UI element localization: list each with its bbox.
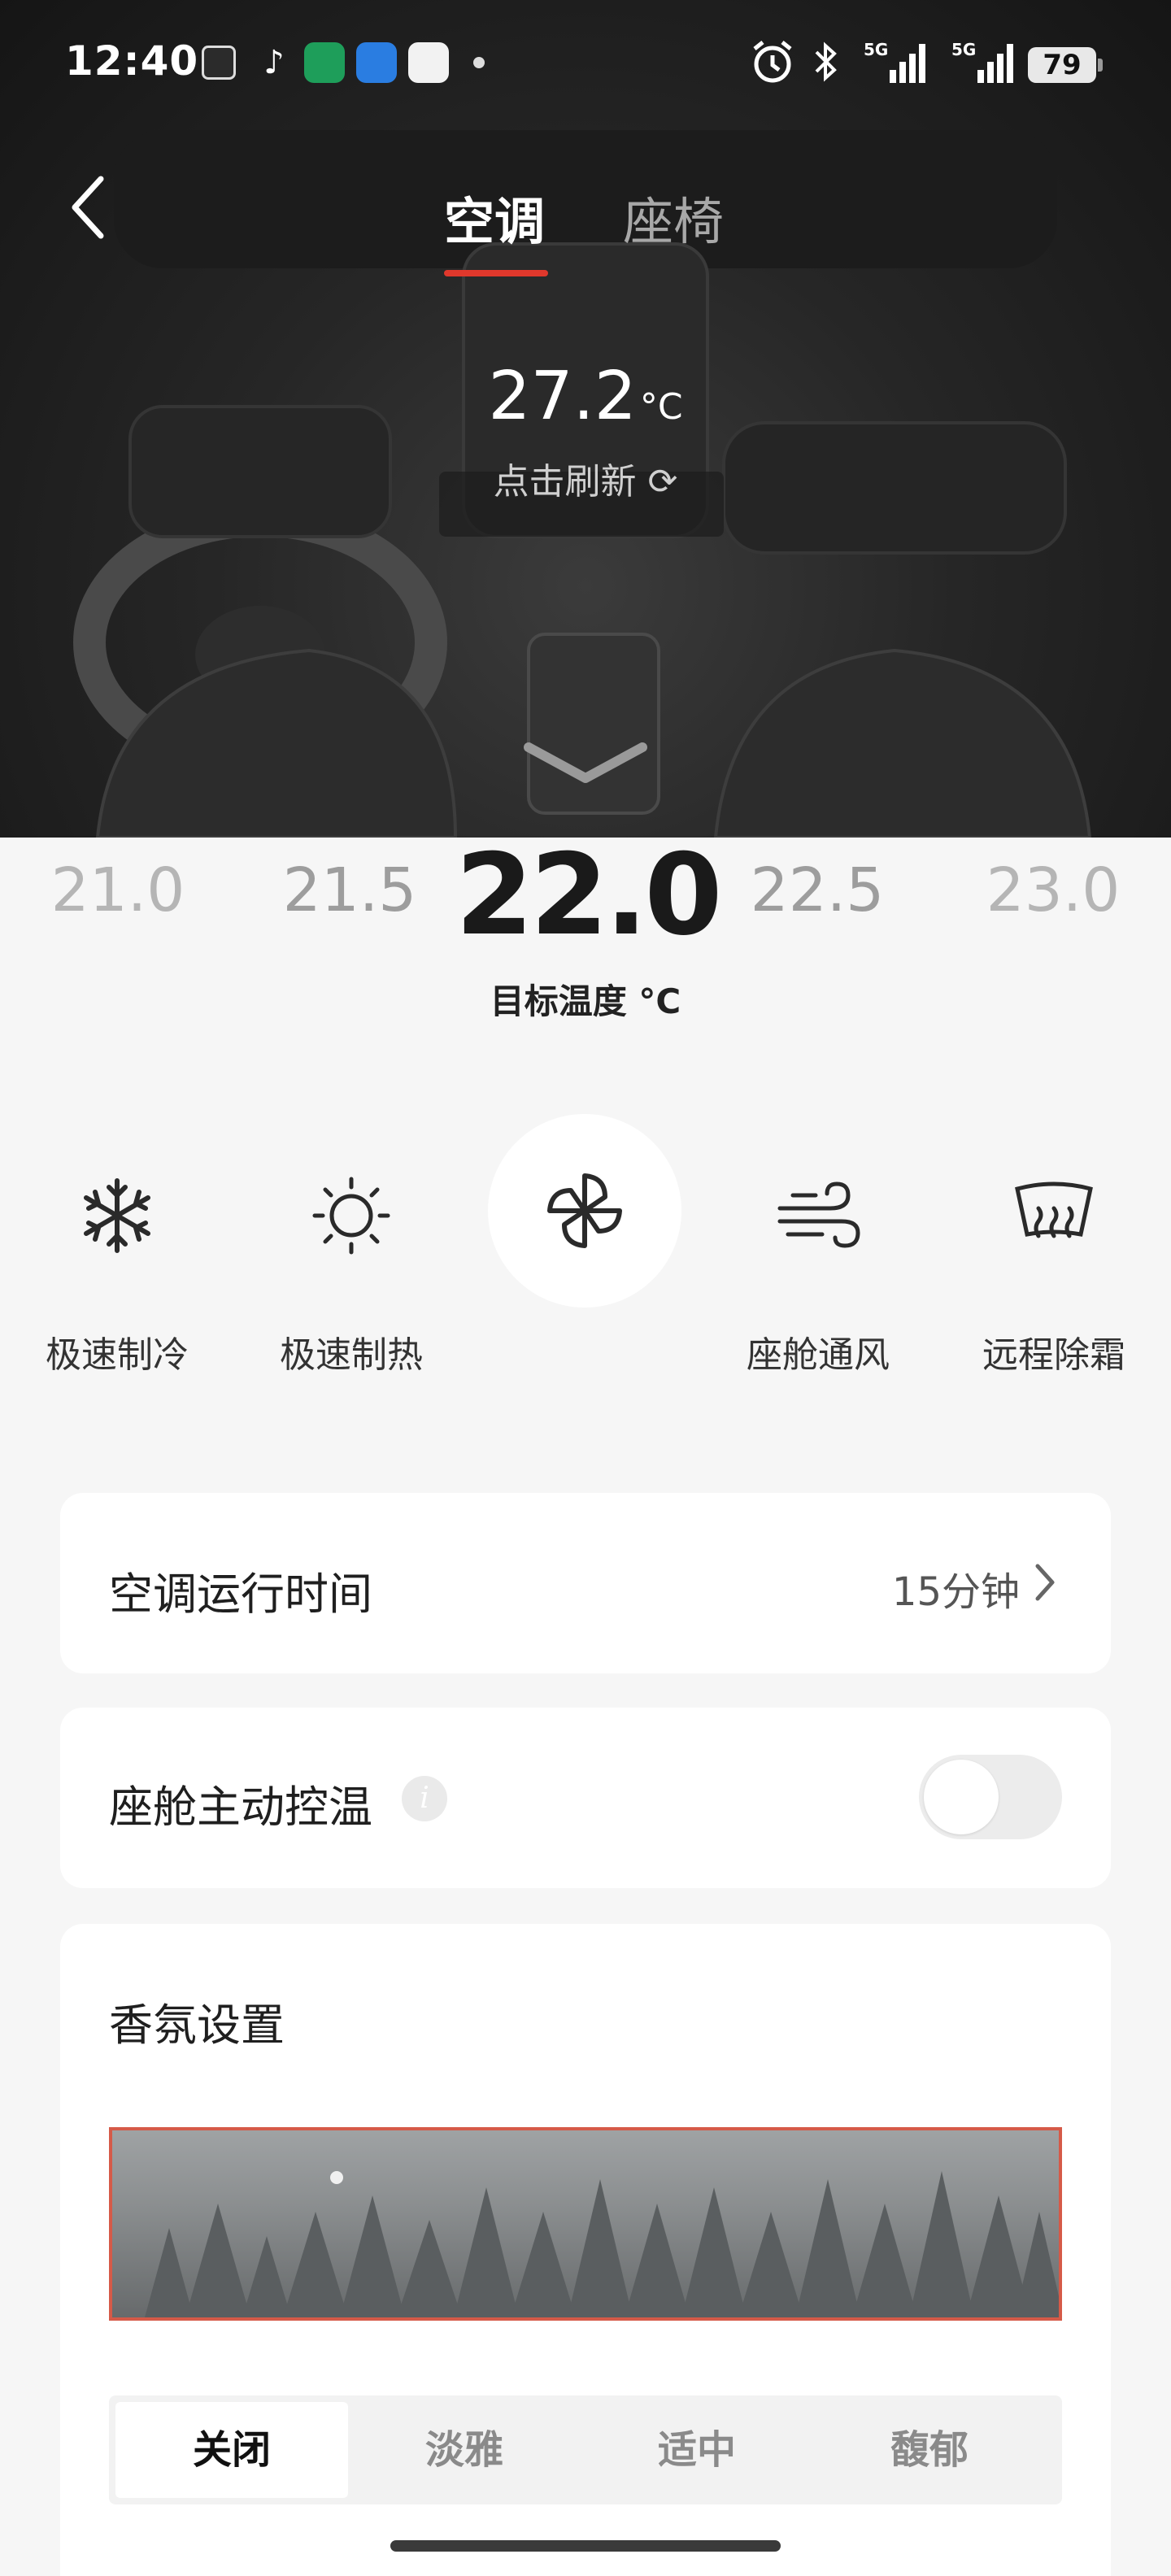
fragrance-intensity-selector: 关闭 淡雅 适中 馥郁 xyxy=(109,2395,1062,2504)
temp-option[interactable]: 21.0 xyxy=(41,855,195,925)
current-cabin-temperature: 27.2°C xyxy=(0,358,1171,435)
selected-target-temperature[interactable]: 22.0 xyxy=(455,829,723,960)
mode-remote-defrost[interactable]: 远程除霜 xyxy=(932,1106,1171,1382)
mode-label: 远程除霜 xyxy=(982,1334,1125,1376)
fan-icon xyxy=(547,1173,622,1248)
signal-5g-icon-secondary: 5G xyxy=(951,40,1013,83)
mode-label: 极速制热 xyxy=(280,1334,423,1376)
snowflake-icon xyxy=(84,1178,150,1253)
tiktok-icon: ♪ xyxy=(263,44,285,81)
browser-app-icon xyxy=(356,42,397,83)
temp-option[interactable]: 23.0 xyxy=(976,855,1130,925)
bluetooth-icon xyxy=(815,41,837,82)
video-app-icon xyxy=(304,42,345,83)
tab-air-conditioner[interactable]: 空调 xyxy=(444,181,545,254)
cabin-temp-control-label: 座舱主动控温 xyxy=(109,1782,372,1833)
temp-option[interactable]: 21.5 xyxy=(272,855,427,925)
temp-option[interactable]: 22.5 xyxy=(740,855,895,925)
cabin-temp-control-card: 座舱主动控温 i xyxy=(60,1708,1111,1888)
status-bar: 12:40 ♪ 5G 5G 79 xyxy=(0,0,1171,130)
svg-text:5G: 5G xyxy=(864,40,888,59)
fragrance-option-medium[interactable]: 适中 xyxy=(581,2402,813,2498)
mode-label: 座舱通风 xyxy=(747,1334,890,1376)
ac-runtime-label: 空调运行时间 xyxy=(109,1569,372,1620)
back-arrow-icon[interactable] xyxy=(65,171,114,244)
mode-label: 极速制冷 xyxy=(46,1334,189,1376)
fragrance-settings-card: 香氛设置 关闭 淡雅 适中 馥郁 xyxy=(60,1924,1111,2576)
cabin-temp-control-toggle[interactable] xyxy=(919,1755,1062,1839)
fragrance-preview-image xyxy=(109,2127,1062,2321)
target-temperature-label: 目标温度 °C xyxy=(490,981,681,1021)
wind-icon xyxy=(777,1181,860,1248)
status-time: 12:40 xyxy=(65,37,199,85)
ac-runtime-card[interactable]: 空调运行时间 15分钟 xyxy=(60,1493,1111,1673)
mode-fast-heating[interactable]: 极速制热 xyxy=(229,1106,473,1382)
map-app-icon xyxy=(408,42,449,83)
chevron-right-icon xyxy=(1035,1564,1055,1601)
app-notification-icon xyxy=(202,46,236,80)
fragrance-settings-title: 香氛设置 xyxy=(109,1999,285,2051)
battery-indicator: 79 xyxy=(1028,47,1103,83)
chevron-down-icon[interactable] xyxy=(520,736,651,793)
signal-5g-icon: 5G xyxy=(864,40,925,83)
sun-icon xyxy=(312,1177,390,1255)
tab-seat[interactable]: 座椅 xyxy=(623,181,724,254)
active-tab-indicator xyxy=(444,270,548,276)
defrost-icon xyxy=(1015,1181,1093,1238)
more-notifications-icon xyxy=(473,57,485,68)
fragrance-option-light[interactable]: 淡雅 xyxy=(348,2402,581,2498)
current-temp-unit: °C xyxy=(639,386,683,428)
target-temperature-picker[interactable]: 21.0 21.5 22.0 22.5 23.0 目标温度 °C xyxy=(0,829,1171,1025)
foggy-forest-illustration xyxy=(112,2130,1059,2317)
climate-mode-row: 极速制冷 极速制热 座舱通风 远程除霜 xyxy=(0,1106,1171,1399)
ac-runtime-value: 15分钟 xyxy=(891,1569,1020,1615)
mode-fan[interactable] xyxy=(488,1114,681,1308)
home-indicator[interactable] xyxy=(390,2540,781,2552)
svg-text:5G: 5G xyxy=(951,40,976,59)
current-temp-value: 27.2 xyxy=(488,358,637,435)
info-icon[interactable]: i xyxy=(402,1776,447,1821)
fragrance-option-rich[interactable]: 馥郁 xyxy=(813,2402,1046,2498)
mode-cabin-ventilation[interactable]: 座舱通风 xyxy=(696,1106,940,1382)
mode-fast-cooling[interactable]: 极速制冷 xyxy=(0,1106,239,1382)
toggle-knob xyxy=(924,1760,999,1834)
vehicle-hero: 12:40 ♪ 5G 5G 79 空调 座椅 27.2°C 点击刷新 ⟳ xyxy=(0,0,1171,838)
fragrance-option-off[interactable]: 关闭 xyxy=(115,2402,348,2498)
alarm-icon xyxy=(753,41,792,83)
refresh-button[interactable]: 点击刷新 ⟳ xyxy=(0,452,1171,504)
